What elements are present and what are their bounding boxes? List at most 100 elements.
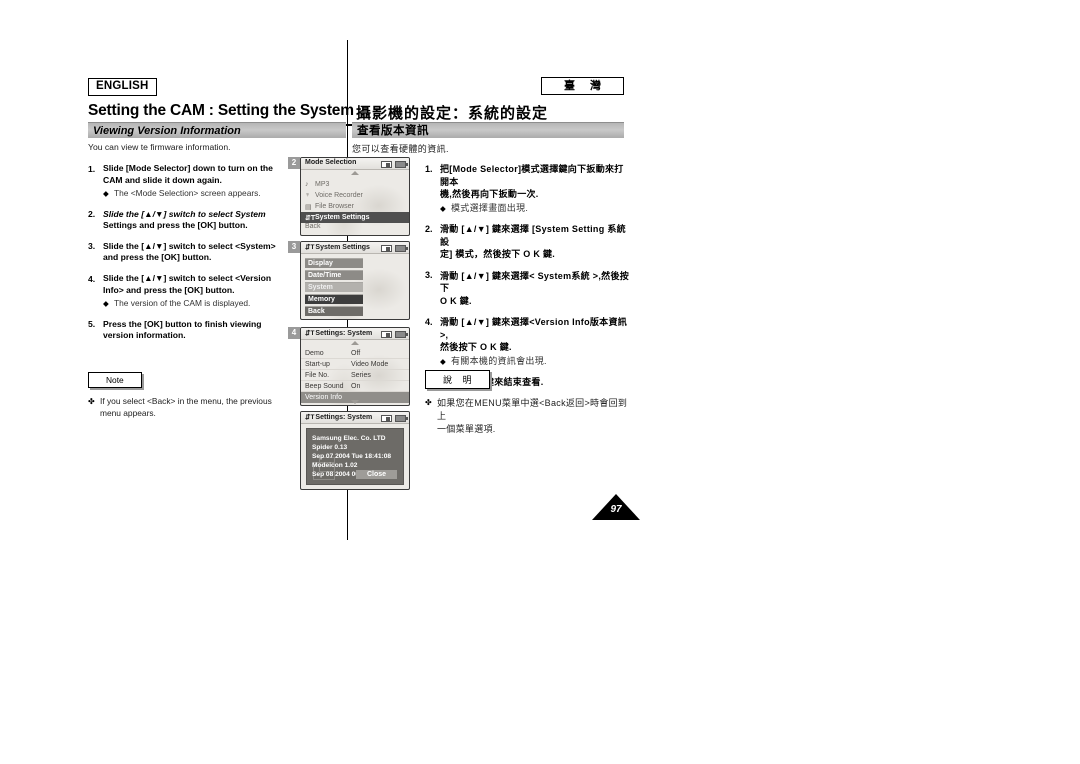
manual-page: ENGLISH 臺 灣 Setting the CAM : Setting th… xyxy=(0,0,1080,764)
table-row[interactable]: File No. Series xyxy=(301,370,409,381)
battery-icon xyxy=(395,414,408,422)
step-line: 定] 模式，然後按下 O K 鍵. xyxy=(440,249,556,259)
language-badge: ENGLISH xyxy=(88,78,157,97)
lcd-title-text: Settings: System xyxy=(315,330,373,337)
lcd-title: ⇵TSystem Settings xyxy=(305,243,370,251)
step-item: 2. 滑動 [▲/▼] 鍵來選擇 [System Setting 系統設 定] … xyxy=(425,223,630,261)
microphone-icon: ♆ xyxy=(305,192,311,199)
lcd-screen-version-info: ⇵TSettings: System Samsung Elec. Co. LTD… xyxy=(300,411,410,490)
lcd-titlebar: ⇵TSettings: System xyxy=(301,328,409,340)
club-bullet-icon: ✤ xyxy=(425,398,432,407)
step-number: 4. xyxy=(425,316,433,327)
step-item: 1. Slide [Mode Selector] down to turn on… xyxy=(88,163,310,200)
note-body: ✤ 如果您在MENU菜單中選<Back返回>時會回到上 一個菜單選項. xyxy=(425,397,630,436)
table-row[interactable]: Start-up Video Mode xyxy=(301,359,409,370)
step-badge-2: 2 xyxy=(288,157,300,169)
page-number-text: 97 xyxy=(610,504,622,515)
menu-button-display[interactable]: Display xyxy=(305,258,363,268)
settings-slider-icon: ⇵T xyxy=(305,414,315,421)
step-line: 滑動 [▲/▼] 鍵來選擇< System系統 >,然後按下 xyxy=(440,270,630,294)
menu-button-back[interactable]: Back xyxy=(305,306,363,316)
step-number: 2. xyxy=(425,223,433,234)
memory-card-icon xyxy=(381,244,392,252)
memory-card-icon xyxy=(381,160,392,168)
step-number: 3. xyxy=(425,270,433,280)
note-body: ✤ If you select <Back> in the menu, the … xyxy=(88,396,313,419)
settings-table: Demo Off Start-up Video Mode File No. Se… xyxy=(301,348,409,403)
step-line: Slide [Mode Selector] down to turn on th… xyxy=(103,163,273,173)
step-line: O K 鍵. xyxy=(440,295,472,306)
page-title-english: Setting the CAM : Setting the System xyxy=(88,102,354,120)
setting-key: Version Info xyxy=(305,393,342,401)
list-item[interactable]: ▤ File Browser xyxy=(301,201,409,212)
intro-text-english: You can view te firmware information. xyxy=(88,142,231,152)
step-number: 3. xyxy=(88,241,96,252)
step-number: 5. xyxy=(88,319,96,330)
step-item: 2. Slide the [▲/▼] switch to select Syst… xyxy=(88,209,310,232)
scroll-down-arrow-icon xyxy=(351,400,359,404)
lcd-title-text: System Settings xyxy=(315,244,370,251)
memory-card-icon xyxy=(381,414,392,422)
table-row[interactable]: Beep Sound On xyxy=(301,381,409,392)
table-row[interactable]: Demo Off xyxy=(301,348,409,359)
note-line: 如果您在MENU菜單中選<Back返回>時會回到上 xyxy=(437,398,628,421)
close-button[interactable]: Close xyxy=(355,470,397,479)
section-subtitle-chinese: 查看版本資訊 xyxy=(352,122,624,138)
step-bullet: ◆ The version of the CAM is displayed. xyxy=(103,298,310,310)
step-bullet-text: 有關本機的資訊會出現. xyxy=(451,355,547,366)
section-subtitle-chinese-text: 查看版本資訊 xyxy=(357,125,429,137)
menu-button-system[interactable]: System xyxy=(305,282,363,292)
step-line: CAM and slide it down again. xyxy=(103,174,222,185)
step-badge-3: 3 xyxy=(288,241,300,253)
step-number: 1. xyxy=(88,163,96,174)
step-line: 滑動 [▲/▼] 鍵來選擇 [System Setting 系統設 xyxy=(440,224,626,247)
version-line: Samsung Elec. Co. LTD xyxy=(312,435,386,442)
lcd-content: ♪ MP3 ♆ Voice Recorder ▤ File Browser ⇵T… xyxy=(301,170,409,235)
settings-slider-icon: ⇵T xyxy=(305,214,316,222)
menu-button-memory[interactable]: Memory xyxy=(305,294,363,304)
note-line: If you select <Back> in the menu, the pr… xyxy=(100,396,272,406)
note-label: 說 明 xyxy=(425,370,490,389)
system-settings-menu: Display Date/Time System Memory Back xyxy=(305,258,363,318)
menu-button-date-time[interactable]: Date/Time xyxy=(305,270,363,280)
lcd-content: Display Date/Time System Memory Back xyxy=(301,254,409,319)
list-item-selected[interactable]: ⇵T System Settings xyxy=(301,212,409,223)
setting-value: Series xyxy=(351,371,371,379)
step-line: Slide the [▲/▼] switch to select System xyxy=(103,208,266,219)
list-item-label: MP3 xyxy=(315,181,330,188)
list-item[interactable]: ♆ Voice Recorder xyxy=(301,190,409,201)
step-line: 滑動 [▲/▼] 鍵來選擇<Version Info版本資訊>, xyxy=(440,317,628,340)
step-number: 4. xyxy=(88,273,96,284)
note-line: menu appears. xyxy=(100,407,156,418)
lcd-title: ⇵TSettings: System xyxy=(305,413,372,421)
battery-icon xyxy=(395,330,408,338)
lcd-screen-system-settings: ⇵TSystem Settings Display Date/Time Syst… xyxy=(300,241,410,320)
step-number: 2. xyxy=(88,209,96,220)
diamond-bullet-icon: ◆ xyxy=(103,299,109,309)
list-item-label: File Browser xyxy=(315,203,354,210)
setting-key: Start-up xyxy=(305,360,330,368)
section-subtitle-english: Viewing Version Information xyxy=(88,122,346,138)
step-badge-4: 4 xyxy=(288,327,300,339)
intro-text-chinese: 您可以查看硬體的資訊. xyxy=(352,144,449,154)
step-line: version information. xyxy=(103,330,186,341)
mode-selection-list: ♪ MP3 ♆ Voice Recorder ▤ File Browser ⇵T… xyxy=(301,179,409,223)
lcd-content: Demo Off Start-up Video Mode File No. Se… xyxy=(301,340,409,405)
region-badge: 臺 灣 xyxy=(540,77,624,96)
diamond-bullet-icon: ◆ xyxy=(440,203,446,213)
scroll-up-arrow-icon xyxy=(351,171,359,175)
back-item[interactable]: Back xyxy=(305,223,321,230)
step-line: Info> and press the [OK] button. xyxy=(103,284,235,295)
memory-card-icon xyxy=(381,330,392,338)
step-item: 4. 滑動 [▲/▼] 鍵來選擇<Version Info版本資訊>, 然後按下… xyxy=(425,316,630,367)
lcd-titlebar: ⇵TSettings: System xyxy=(301,412,409,424)
list-item[interactable]: ♪ MP3 xyxy=(301,179,409,190)
diamond-bullet-icon: ◆ xyxy=(440,356,446,366)
lcd-screen-mode-selection: Mode Selection ♪ MP3 ♆ Voice Recorder ▤ xyxy=(300,157,410,236)
lcd-status-icons xyxy=(381,160,408,168)
lcd-title-text: Settings: System xyxy=(315,414,373,421)
setting-value: On xyxy=(351,382,361,390)
battery-icon xyxy=(395,160,408,168)
list-item-label: System Settings xyxy=(315,214,370,221)
club-bullet-icon: ✤ xyxy=(88,397,95,406)
